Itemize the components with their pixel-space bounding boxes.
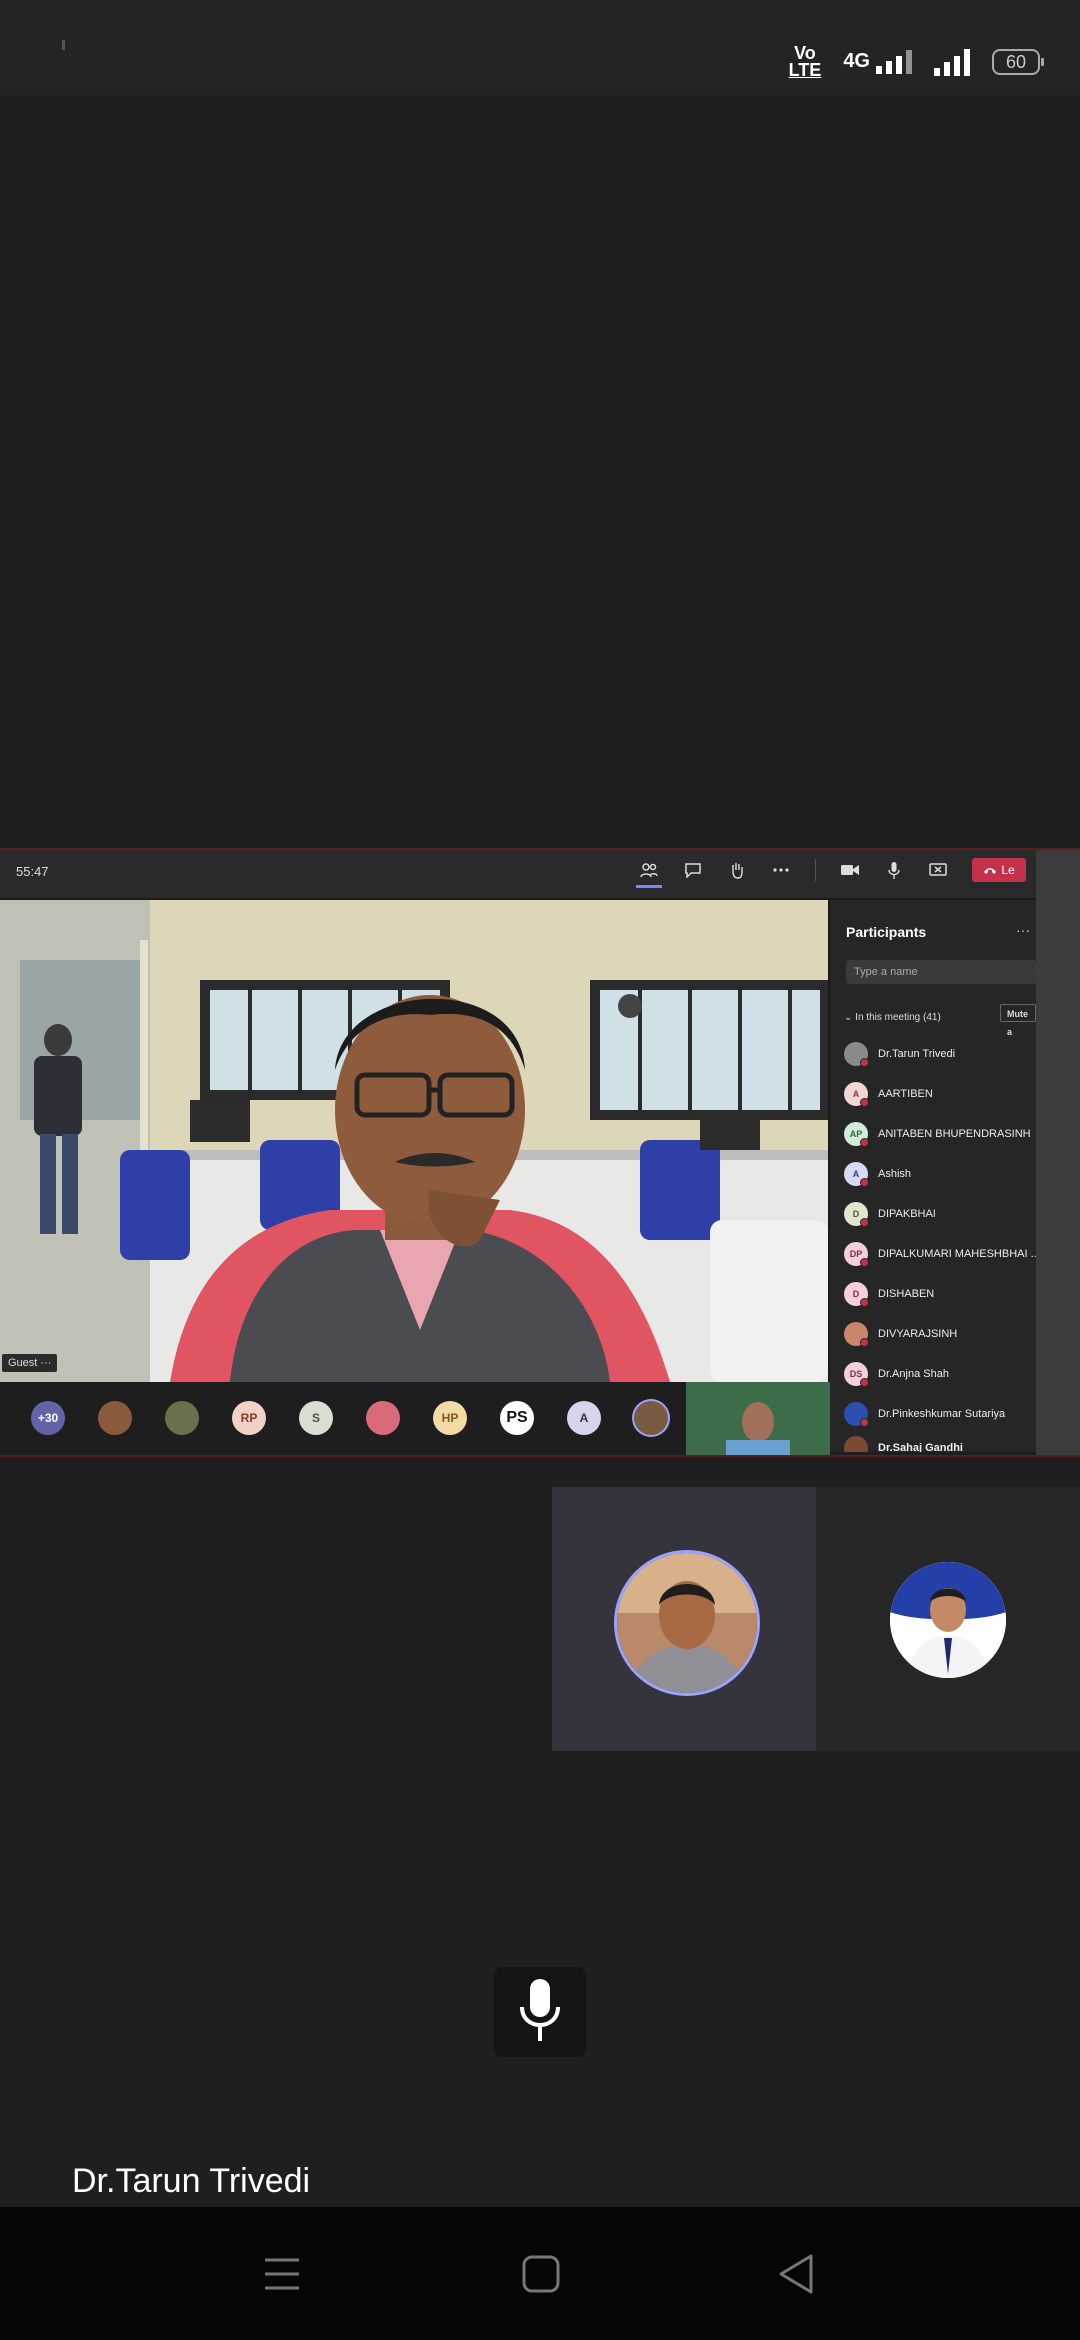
raise-hand-icon[interactable] [727, 860, 747, 880]
participant-row[interactable]: D DIPAKBHAI [844, 1202, 936, 1227]
participant-avatar [844, 1402, 869, 1427]
back-icon[interactable] [778, 2253, 814, 2300]
participants-panel: Participants ··· Type a name ⌄ In this m… [830, 900, 1036, 1452]
volte-icon: Vo LTE [788, 43, 822, 80]
more-options-icon[interactable] [771, 860, 791, 880]
stop-sharing-icon[interactable] [928, 860, 948, 880]
participant-avatar-large [890, 1562, 1006, 1678]
participant-avatar: DP [844, 1242, 869, 1267]
microphone-icon[interactable] [884, 860, 904, 880]
participant-row[interactable]: DP DIPALKUMARI MAHESHBHAI ... [844, 1242, 1036, 1267]
battery-icon: 60 [992, 49, 1044, 75]
strip-avatar-9[interactable] [634, 1401, 668, 1435]
hang-up-icon [983, 863, 997, 877]
participant-video-image [686, 1382, 830, 1455]
camera-icon[interactable] [840, 860, 860, 880]
participant-photo [890, 1562, 1006, 1678]
strip-avatar-3[interactable]: RP [232, 1401, 266, 1435]
leave-button[interactable]: Le [972, 858, 1026, 882]
status-bar: Vo LTE 4G 60 [0, 0, 1080, 95]
participant-avatar: D [844, 1202, 869, 1227]
strip-avatar-2[interactable] [165, 1401, 199, 1435]
shared-screen[interactable]: 55:47 Le Guest ··· +30 RP S HP PS A Part… [0, 848, 1080, 1457]
participant-row[interactable]: Dr.Tarun Trivedi [844, 1042, 955, 1067]
speaker-photo [617, 1553, 757, 1693]
meeting-controls: Le [636, 858, 1026, 888]
strip-avatar-7[interactable]: PS [500, 1401, 534, 1435]
participant-row[interactable]: DIVYARAJSINH [844, 1322, 957, 1347]
guest-more-icon[interactable]: ··· [40, 1357, 51, 1369]
menu-icon[interactable] [263, 2257, 301, 2296]
strip-avatar-5[interactable] [366, 1401, 400, 1435]
chat-icon[interactable] [683, 860, 703, 880]
participant-row[interactable]: A Ashish [844, 1162, 911, 1187]
strip-avatar-1[interactable] [98, 1401, 132, 1435]
speaker-avatar [614, 1550, 760, 1696]
participants-icon[interactable] [636, 860, 662, 888]
side-scroll-area[interactable] [1036, 850, 1080, 1455]
microphone-icon [518, 1978, 562, 2046]
guest-label[interactable]: Guest ··· [2, 1354, 58, 1372]
participant-row[interactable]: AP ANITABEN BHUPENDRASINH [844, 1122, 1031, 1147]
meeting-toolbar: 55:47 Le [0, 850, 1036, 898]
participant-avatar: AP [844, 1122, 869, 1147]
participant-row[interactable]: D DISHABEN [844, 1282, 934, 1307]
participant-avatar [844, 1042, 869, 1067]
participant-row[interactable]: DS Dr.Anjna Shah [844, 1362, 949, 1387]
strip-avatar-6[interactable]: HP [433, 1401, 467, 1435]
participant-search-input[interactable]: Type a name [846, 960, 1036, 984]
strip-avatar-8[interactable]: A [567, 1401, 601, 1435]
in-meeting-section[interactable]: ⌄ In this meeting (41) [844, 1012, 941, 1023]
mute-all-button[interactable]: Mute a [1000, 1004, 1036, 1037]
participant-avatar: D [844, 1282, 869, 1307]
navigation-bar [0, 2207, 1080, 2340]
toolbar-divider [815, 859, 816, 881]
participant-avatar: A [844, 1162, 869, 1187]
panel-more-icon[interactable]: ··· [1016, 922, 1030, 938]
participant-avatar: A [844, 1082, 869, 1107]
overflow-participants[interactable]: +30 [31, 1401, 65, 1435]
chevron-down-icon: ⌄ [844, 1012, 856, 1023]
signal-strength-icon [934, 48, 970, 76]
participant-row[interactable]: A AARTIBEN [844, 1082, 933, 1107]
participant-avatar [844, 1436, 868, 1452]
mute-microphone-button[interactable] [494, 1967, 586, 2057]
panel-title: Participants [846, 924, 927, 940]
participant-avatar: DS [844, 1362, 869, 1387]
main-video-feed[interactable] [0, 900, 828, 1382]
status-bar-dot [62, 40, 65, 50]
status-icons: Vo LTE 4G 60 [788, 43, 1044, 80]
video-frame-image [0, 900, 828, 1382]
active-speaker-name: Dr.Tarun Trivedi [72, 2162, 311, 2200]
participant-row[interactable]: Dr.Pinkeshkumar Sutariya [844, 1402, 1005, 1427]
meeting-timer: 55:47 [16, 864, 49, 879]
participant-row[interactable]: Dr.Sahaj Gandhi [844, 1436, 963, 1452]
mobile-data-icon: 4G [843, 50, 912, 74]
participant-video-tile[interactable] [686, 1382, 830, 1455]
home-icon[interactable] [522, 2255, 560, 2298]
strip-avatar-4[interactable]: S [299, 1401, 333, 1435]
participant-avatar [844, 1322, 869, 1347]
